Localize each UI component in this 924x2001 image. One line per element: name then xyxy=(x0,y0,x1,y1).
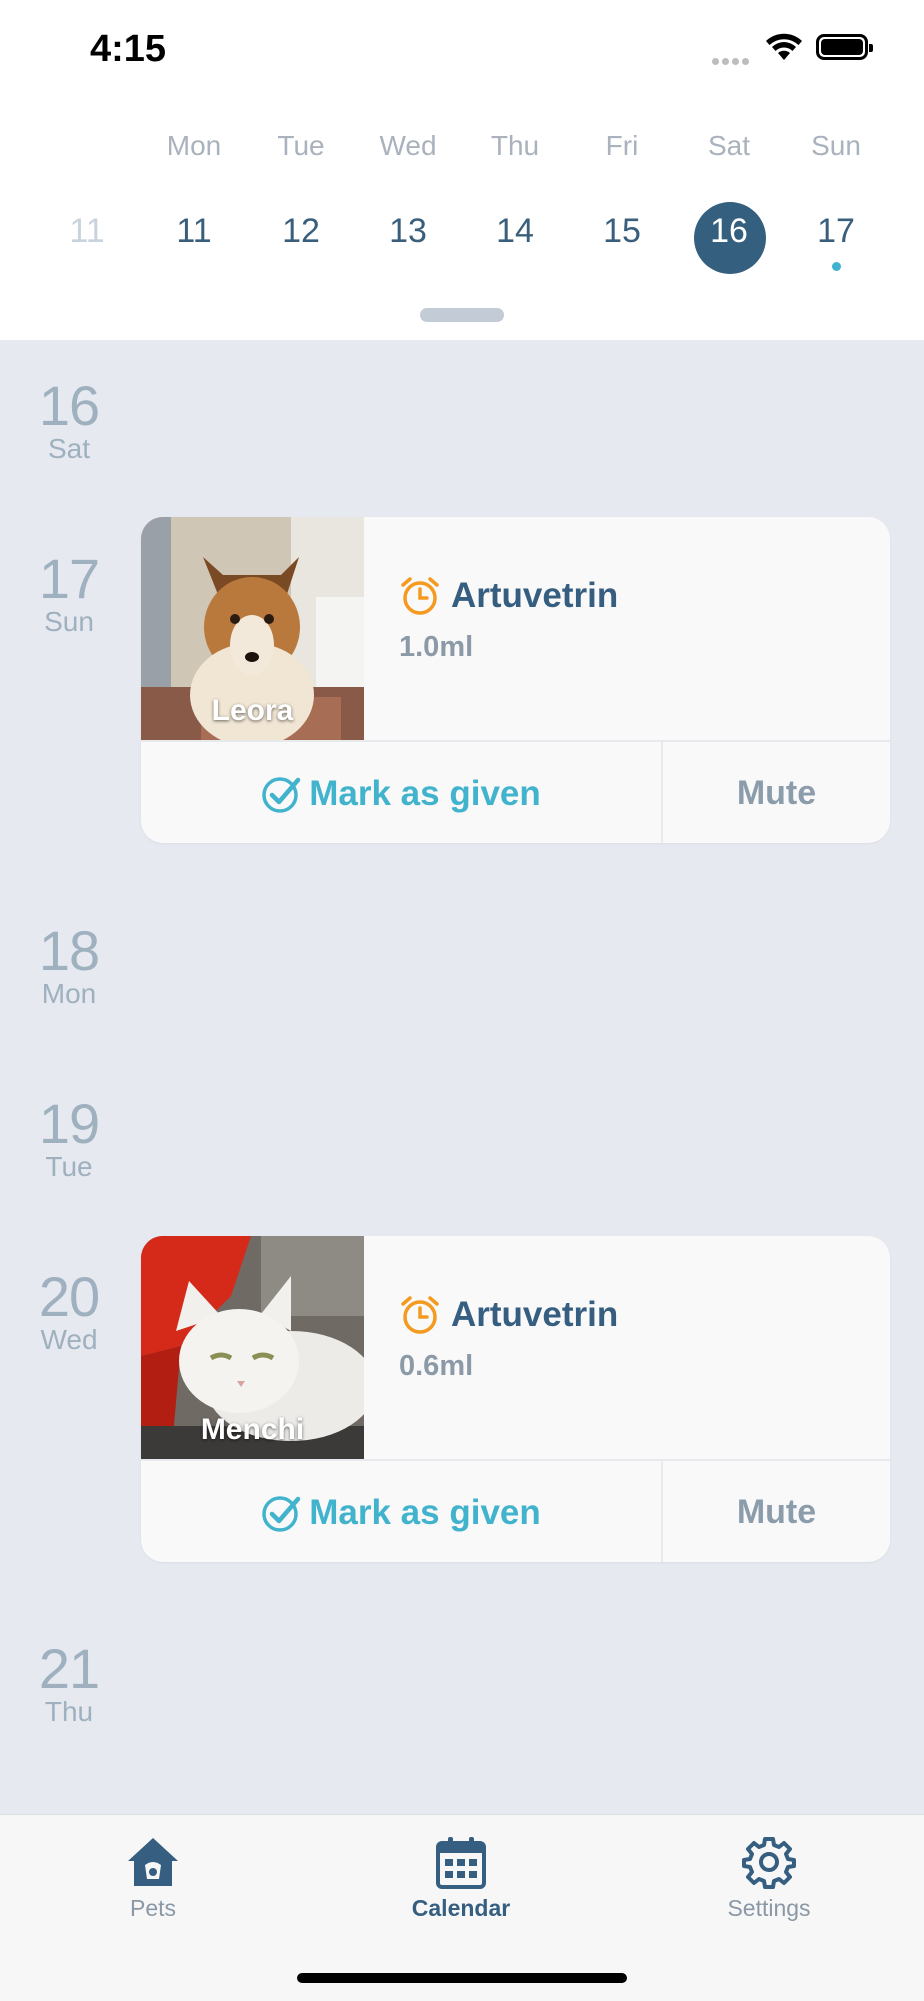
day-number: 21 xyxy=(38,1637,100,1700)
weekday-label: Sun xyxy=(811,130,861,161)
weekday-label: Wed xyxy=(379,130,437,161)
mute-button[interactable]: Mute xyxy=(663,742,890,843)
medication-card: Leora Artuvetrin 1.0ml Mark as given Mut… xyxy=(141,517,890,843)
date-cell-selected[interactable]: 16 xyxy=(689,212,769,251)
day-weekday: Sat xyxy=(47,433,91,464)
week-strip: Mon Tue Wed Thu Fri Sat Sun 11 11 12 13 … xyxy=(0,100,924,340)
mark-as-given-button[interactable]: Mark as given xyxy=(141,742,663,843)
medication-dose: 1.0ml xyxy=(399,631,474,663)
mark-as-given-button[interactable]: Mark as given xyxy=(141,1461,663,1562)
timeline-day: 20 Wed xyxy=(22,1269,116,1355)
check-circle-icon xyxy=(262,1495,301,1532)
calendar-icon xyxy=(436,1837,486,1889)
cellular-signal-icon xyxy=(712,52,756,65)
pet-name: Menchi xyxy=(200,1413,305,1446)
pet-photo[interactable]: Menchi xyxy=(141,1236,364,1459)
day-weekday: Mon xyxy=(41,978,97,1009)
tab-settings-label: Settings xyxy=(727,1895,811,1921)
wifi-icon xyxy=(766,33,802,60)
status-bar: 4:15 xyxy=(0,0,924,100)
date-previous-week[interactable]: 11 xyxy=(47,212,127,251)
day-number: 20 xyxy=(38,1265,100,1328)
expand-handle[interactable] xyxy=(420,308,504,322)
day-number: 17 xyxy=(38,547,100,610)
day-weekday: Sun xyxy=(44,606,94,637)
weekday-label: Mon xyxy=(166,130,222,161)
day-weekday: Tue xyxy=(45,1151,93,1182)
mark-as-given-label: Mark as given xyxy=(309,773,541,813)
weekday-label: Fri xyxy=(605,130,639,161)
date-cell[interactable]: 12 xyxy=(261,212,341,251)
tab-calendar-label: Calendar xyxy=(411,1895,511,1921)
mute-button[interactable]: Mute xyxy=(663,1461,890,1562)
timeline-day: 16 Sat xyxy=(22,378,116,464)
weekday-label: Tue xyxy=(277,130,325,161)
medication-name: Artuvetrin xyxy=(451,1295,619,1334)
home-indicator xyxy=(297,1973,627,1983)
day-weekday: Wed xyxy=(40,1324,98,1355)
date-cell[interactable]: 15 xyxy=(582,212,662,251)
timeline-day: 18 Mon xyxy=(22,923,116,1009)
event-dot xyxy=(832,262,841,271)
alarm-clock-icon xyxy=(401,1296,439,1334)
gear-icon xyxy=(742,1837,796,1889)
weekday-label: Sat xyxy=(707,130,751,161)
pet-photo[interactable]: Leora xyxy=(141,517,364,740)
tab-settings[interactable]: Settings xyxy=(669,1835,869,1922)
timeline-day: 19 Tue xyxy=(22,1096,116,1182)
date-cell[interactable]: 13 xyxy=(368,212,448,251)
tab-pets-label: Pets xyxy=(129,1895,177,1921)
medication-dose: 0.6ml xyxy=(399,1350,474,1382)
weekday-label: Thu xyxy=(490,130,540,161)
day-number: 18 xyxy=(38,919,100,982)
tab-pets[interactable]: Pets xyxy=(53,1835,253,1922)
pet-name: Leora xyxy=(211,694,294,727)
date-cell[interactable]: 17 xyxy=(796,212,876,251)
status-time: 4:15 xyxy=(90,28,167,70)
date-cell[interactable]: 14 xyxy=(475,212,555,251)
tab-calendar[interactable]: Calendar xyxy=(361,1835,561,1922)
mark-as-given-label: Mark as given xyxy=(309,1492,541,1532)
tab-bar: Pets Calendar Settings xyxy=(0,1814,924,2001)
day-weekday: Thu xyxy=(44,1696,94,1727)
timeline-day: 17 Sun xyxy=(22,551,116,637)
day-number: 19 xyxy=(38,1092,100,1155)
home-icon xyxy=(128,1838,178,1886)
day-number: 16 xyxy=(38,374,100,437)
alarm-clock-icon xyxy=(401,577,439,615)
battery-icon xyxy=(816,34,873,60)
timeline-day: 21 Thu xyxy=(22,1641,116,1727)
date-cell[interactable]: 11 xyxy=(154,212,234,251)
medication-name: Artuvetrin xyxy=(451,576,619,615)
medication-card: Menchi Artuvetrin 0.6ml Mark as given Mu… xyxy=(141,1236,890,1562)
check-circle-icon xyxy=(262,776,301,813)
